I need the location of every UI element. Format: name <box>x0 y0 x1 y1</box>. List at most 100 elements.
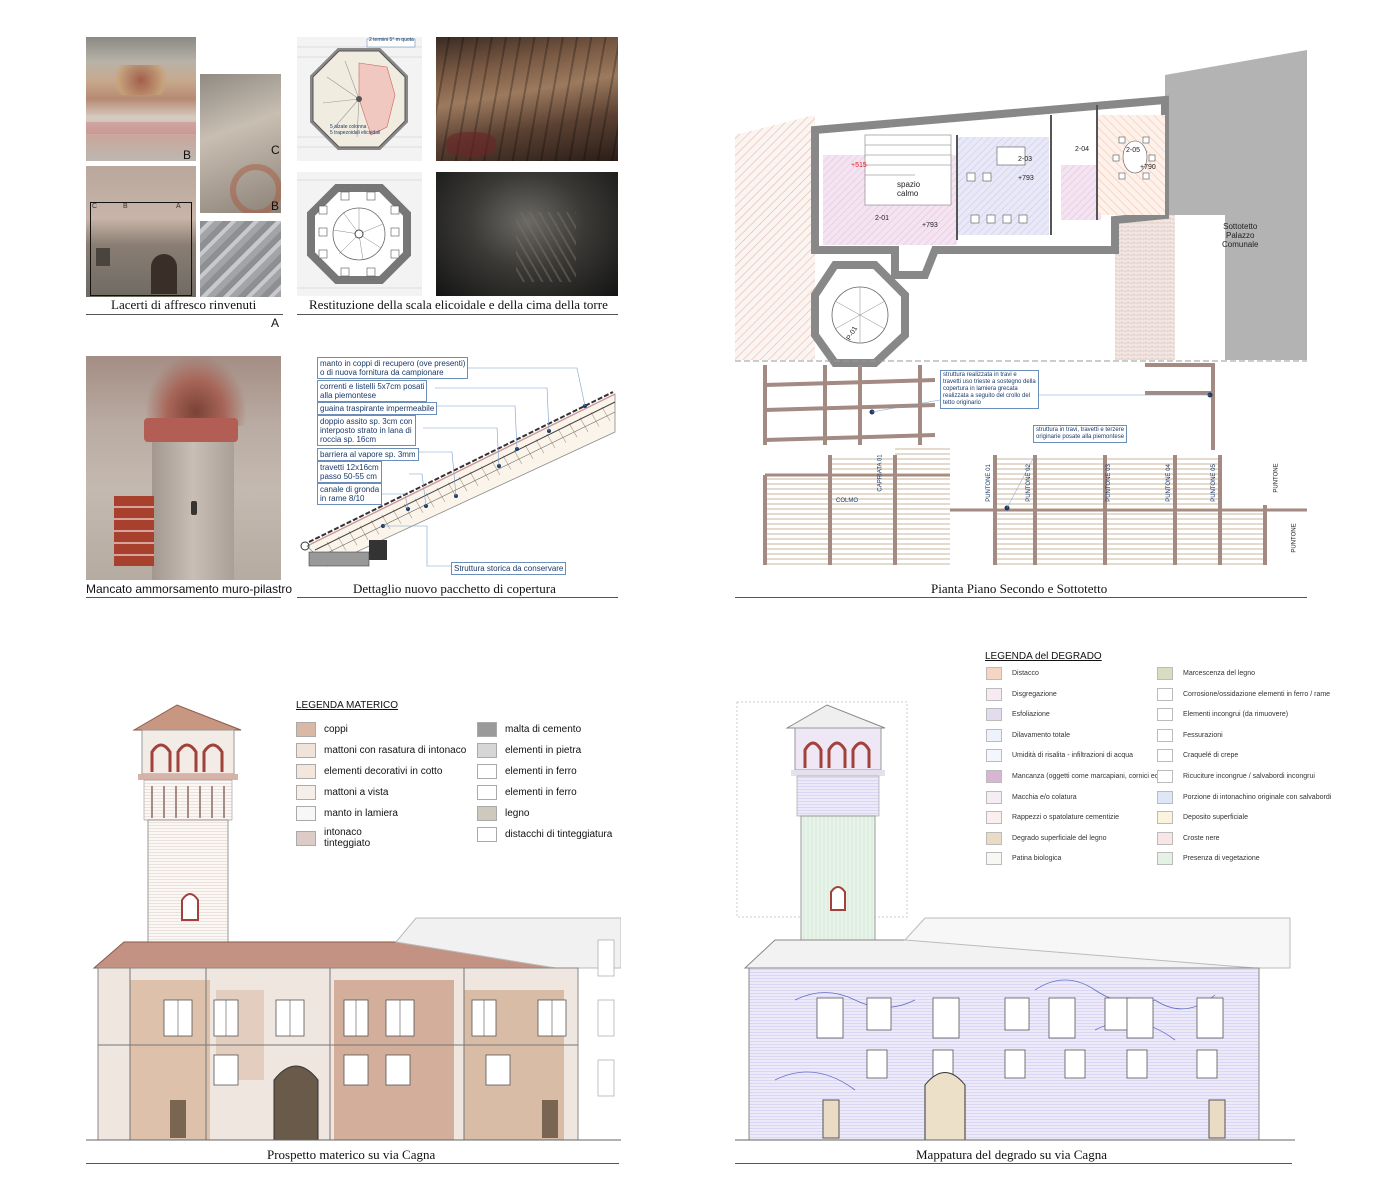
legend-label: Deposito superficiale <box>1183 814 1248 822</box>
legend-swatch <box>296 743 316 758</box>
legend-label: mattoni con rasatura di intonaco <box>324 745 467 756</box>
stair-photo-interior <box>436 172 618 296</box>
stair-plan-bottom <box>297 172 422 296</box>
roof-note-3: guaina traspirante impermeabile <box>317 402 438 415</box>
roof-note-6: travetti 12x16cm passo 50-55 cm <box>317 461 382 483</box>
legend-label: Craquelé di crepe <box>1183 752 1239 760</box>
legend-label: Croste nere <box>1183 834 1220 842</box>
legenda-degrado-item: Fessurazioni <box>1157 728 1223 742</box>
roof-note-7: canale di gronda in rame 8/10 <box>317 483 383 505</box>
legenda-degrado-item: Porzione di intonachino originale con sa… <box>1157 790 1331 804</box>
roof-note-4: doppio assito sp. 3cm con interposto str… <box>317 415 416 446</box>
legend-swatch <box>1157 811 1173 825</box>
tag-a: A <box>271 316 280 330</box>
legenda-degrado-item: Dilavamento totale <box>986 728 1070 742</box>
room-2-01: 2-01 <box>875 215 890 222</box>
fresco-photo-3 <box>86 166 196 297</box>
legend-swatch <box>296 785 316 800</box>
legenda-degrado-item: Croste nere <box>1157 831 1220 845</box>
legend-label: Rappezzi o spatolature cementizie <box>1012 814 1120 822</box>
legend-swatch <box>477 764 497 779</box>
legend-label: Corrosione/ossidazione elementi in ferro… <box>1183 690 1331 698</box>
legenda-materico-item: intonaco tinteggiato <box>296 827 370 849</box>
legend-swatch <box>986 811 1002 825</box>
beam-puntone-04: PUNTONE 04 <box>1165 464 1172 502</box>
beam-capriata-01: CAPRIATA 01 <box>877 454 884 492</box>
legenda-degrado-item: Esfoliazione <box>986 708 1050 722</box>
room-2-04: 2-04 <box>1075 146 1090 153</box>
legenda-materico-item: manto in lamiera <box>296 806 398 821</box>
rule-plan <box>735 597 1307 598</box>
tag-b1: B <box>183 148 192 162</box>
sottotetto-label: Sottotetto Palazzo Comunale <box>1222 222 1259 249</box>
level-790: +790 <box>1140 164 1156 171</box>
legend-swatch <box>986 831 1002 845</box>
legenda-degrado-item: Ricuciture incongrue / salvabordi incong… <box>1157 770 1315 783</box>
legend-label: Marcescenza del legno <box>1183 670 1255 677</box>
legend-label: Presenza di vegetazione <box>1183 855 1260 863</box>
legend-swatch <box>477 785 497 800</box>
legenda-materico-item: mattoni a vista <box>296 785 388 800</box>
legend-swatch <box>477 743 497 758</box>
fresco-photo-4 <box>200 221 281 297</box>
legend-swatch <box>986 770 1002 783</box>
legenda-materico-title: LEGENDA MATERICO <box>296 700 399 711</box>
fresco-photo-1 <box>86 37 196 161</box>
legend-label: mattoni a vista <box>324 787 389 798</box>
legenda-materico-item: elementi in ferro <box>477 785 577 800</box>
beam-puntone-b: PUNTONE <box>1291 523 1298 553</box>
legend-swatch <box>477 722 497 737</box>
legenda-degrado-item: Distacco <box>986 667 1039 680</box>
legend-swatch <box>986 708 1002 722</box>
legenda-degrado-item: Presenza di vegetazione <box>1157 852 1260 866</box>
legenda-materico-item: elementi in ferro <box>477 764 577 779</box>
legenda-materico-item: elementi decorativi in cotto <box>296 764 442 779</box>
roof-note-5: barriera al vapore sp. 3mm <box>317 448 419 461</box>
legend-swatch <box>1157 687 1173 701</box>
stair-note-top: 2 termini 5° m quota <box>369 37 414 43</box>
tag-small-c: C <box>92 203 98 210</box>
legenda-degrado-item: Craquelé di crepe <box>1157 749 1239 763</box>
legend-swatch <box>986 667 1002 680</box>
legenda-degrado-item: Degrado superficiale del legno <box>986 831 1107 845</box>
legend-swatch <box>986 728 1002 742</box>
beam-puntone-02: PUNTONE 02 <box>1025 464 1032 502</box>
beam-colmo: COLMO <box>836 498 859 504</box>
legend-swatch <box>986 852 1002 866</box>
level-793b: +793 <box>922 222 938 229</box>
legend-label: Esfoliazione <box>1012 711 1050 719</box>
rule-fresco <box>86 314 283 315</box>
legenda-degrado-item: Disgregazione <box>986 687 1057 701</box>
roof-note-8: Struttura storica da conservare <box>451 562 567 575</box>
legend-swatch <box>986 749 1002 763</box>
legenda-degrado-item: Patina biologica <box>986 852 1061 866</box>
plan-note-1: struttura realizzata in travi e travetti… <box>940 370 1039 409</box>
beam-puntone-01: PUNTONE 01 <box>985 464 992 502</box>
legend-label: elementi in ferro <box>505 787 577 798</box>
legend-swatch <box>1157 728 1173 742</box>
legenda-materico-item: mattoni con rasatura di intonaco <box>296 743 466 758</box>
stair-plan-top <box>297 37 422 161</box>
legend-swatch <box>1157 667 1173 680</box>
legend-swatch <box>1157 770 1173 783</box>
tag-small-b: B <box>123 203 128 210</box>
legenda-degrado-item: Rappezzi o spatolature cementizie <box>986 811 1120 825</box>
legend-label: Mancanza (oggetti come marcapiani, corni… <box>1012 773 1167 780</box>
legend-swatch <box>296 806 316 821</box>
legend-label: legno <box>505 808 530 819</box>
caption-wall: Mancato ammorsamento muro-pilastro <box>86 582 293 596</box>
caption-material: Prospetto materico su via Cagna <box>267 1147 436 1162</box>
legenda-degrado-item: Umidità di risalita - infiltrazioni di a… <box>986 749 1133 763</box>
stair-photo-roof <box>436 37 618 161</box>
plan-drawing <box>735 50 1307 565</box>
legenda-degrado-item: Macchia e/o colatura <box>986 790 1077 804</box>
rule-roof <box>297 597 618 598</box>
legenda-materico-item: elementi in pietra <box>477 743 581 758</box>
legend-swatch <box>1157 749 1173 763</box>
legend-label: manto in lamiera <box>324 808 398 819</box>
level-793a: +793 <box>1018 175 1034 182</box>
caption-decay: Mappatura del degrado su via Cagna <box>916 1147 1107 1162</box>
legend-label: intonaco tinteggiato <box>324 827 371 849</box>
legend-label: Dilavamento totale <box>1012 731 1070 739</box>
tag-c: C <box>271 143 280 157</box>
